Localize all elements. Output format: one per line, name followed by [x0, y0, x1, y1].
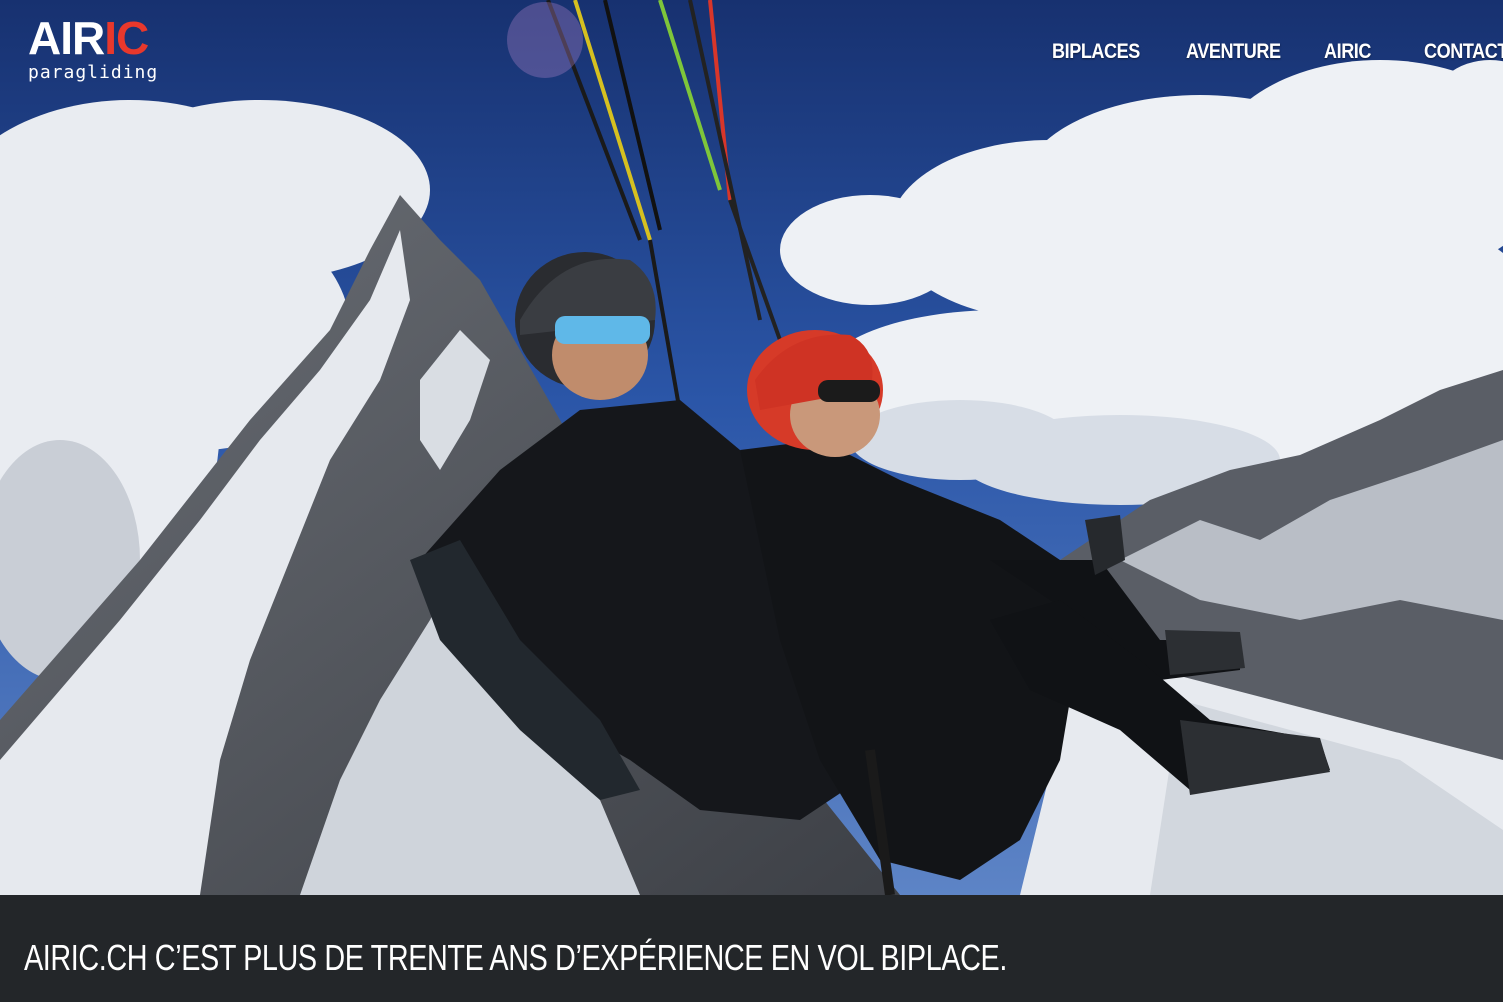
hero-photo [0, 0, 1503, 895]
nav-item-biplaces[interactable]: BIPLACES [1052, 38, 1140, 66]
tagline-text: AIRIC.CH C’EST PLUS DE TRENTE ANS D’EXPÉ… [24, 937, 1007, 978]
nav-item-aventure[interactable]: AVENTURE [1186, 38, 1281, 66]
nav-item-contact[interactable]: CONTACT [1424, 38, 1503, 66]
nav-item-airic[interactable]: AIRIC [1324, 38, 1371, 66]
logo-subtitle: paragliding [28, 62, 159, 83]
logo-wordmark-part2: IC [104, 12, 149, 64]
site-header: AIRIC paragliding BIPLACES AVENTURE AIRI… [0, 0, 1503, 100]
logo-wordmark-part1: AIR [28, 12, 105, 64]
hero-banner [0, 0, 1503, 895]
logo-wordmark: AIRIC [28, 12, 149, 64]
site-logo[interactable]: AIRIC paragliding [28, 14, 198, 86]
